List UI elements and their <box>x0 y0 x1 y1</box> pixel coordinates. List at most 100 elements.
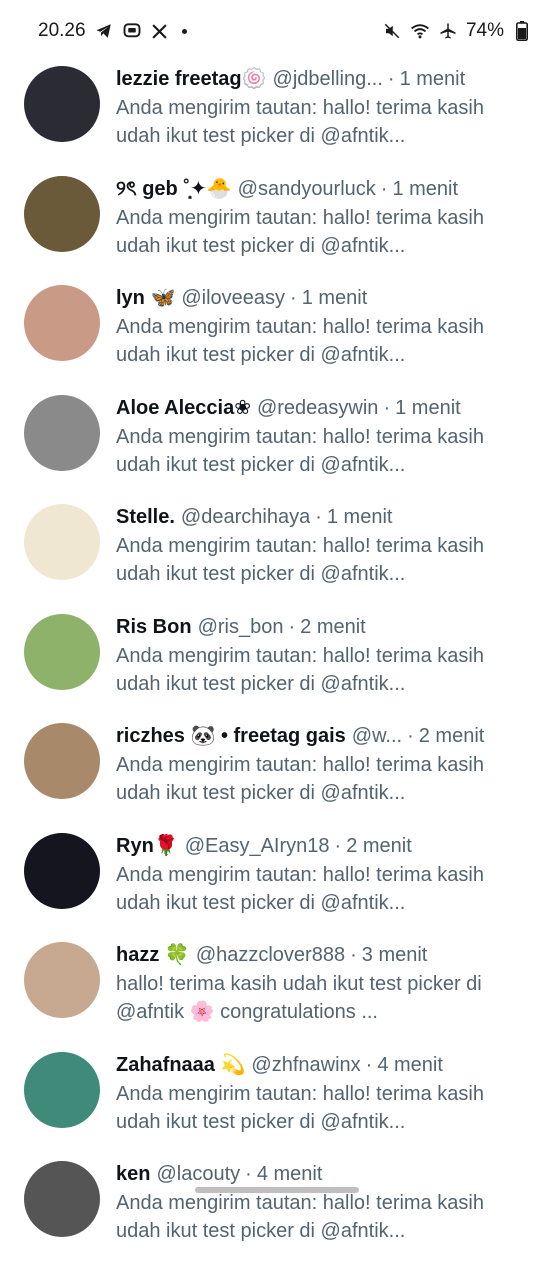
separator-dot: · <box>334 834 342 857</box>
message-preview: Anda mengirim tautan: hallo! terima kasi… <box>116 1192 484 1242</box>
avatar[interactable] <box>24 1051 100 1128</box>
x-icon <box>150 21 170 41</box>
sender-handle: @iloveeasy <box>181 287 286 309</box>
conversation-row[interactable]: lezzie freetag🍥 @jdbelling... · 1 menit … <box>0 62 554 172</box>
message-time: 2 menit <box>346 834 412 857</box>
sender-handle: @sandyourluck <box>237 177 376 200</box>
conversation-header: Aloe Aleccia❀ @redeasywin · 1 menit <box>116 393 506 423</box>
message-preview: Anda mengirim tautan: hallo! terima kasi… <box>116 863 484 914</box>
separator-dot: · <box>290 287 297 309</box>
sender-name: hazz 🍀 <box>116 944 190 966</box>
sender-name: ken <box>116 1163 151 1185</box>
sender-name: lezzie freetag🍥 <box>116 68 267 90</box>
message-preview: Anda mengirim tautan: hallo! terima kasi… <box>116 535 484 585</box>
sender-handle: @hazzclover888 <box>195 944 346 966</box>
conversation-row[interactable]: lyn 🦋 @iloveeasy · 1 menit Anda mengirim… <box>0 281 554 391</box>
message-preview: Anda mengirim tautan: hallo! terima kasi… <box>116 754 484 804</box>
avatar[interactable] <box>24 394 100 471</box>
sender-name: lyn 🦋 <box>116 287 176 309</box>
message-time: 1 menit <box>395 396 461 419</box>
message-time: 1 menit <box>301 287 368 309</box>
conversation-content: riczhes 🐼 • freetag gais @w... · 2 menit… <box>116 721 506 807</box>
conversation-content: Aloe Aleccia❀ @redeasywin · 1 menit Anda… <box>116 393 506 479</box>
conversation-row[interactable]: Ryn🌹 @Easy_AIryn18 · 2 menit Anda mengir… <box>0 829 554 939</box>
conversation-content: Ris Bon @ris_bon · 2 menit Anda mengirim… <box>116 612 506 698</box>
clock: 20.26 <box>38 20 86 41</box>
avatar[interactable] <box>24 832 100 909</box>
avatar[interactable] <box>24 175 100 252</box>
message-list: lezzie freetag🍥 @jdbelling... · 1 menit … <box>0 62 554 1267</box>
avatar[interactable] <box>24 942 100 1018</box>
conversation-content: Ryn🌹 @Easy_AIryn18 · 2 menit Anda mengir… <box>116 831 506 917</box>
message-time: 1 menit <box>392 177 459 200</box>
separator-dot: · <box>380 177 388 200</box>
conversation-row[interactable]: Stelle. @dearchihaya · 1 menit Anda meng… <box>0 500 554 610</box>
separator-dot: · <box>245 1163 252 1185</box>
message-time: 2 menit <box>418 725 485 747</box>
airplane-icon <box>438 21 458 41</box>
avatar[interactable] <box>24 1161 100 1237</box>
message-preview: Anda mengirim tautan: hallo! terima kasi… <box>116 206 484 257</box>
chat-icon <box>122 21 142 41</box>
avatar[interactable] <box>24 613 100 690</box>
mute-icon <box>382 21 402 41</box>
sender-name: Zahafnaaa 💫 <box>116 1053 246 1076</box>
conversation-content: ken @lacouty · 4 menit Anda mengirim tau… <box>116 1159 506 1245</box>
separator-dot: · <box>365 1053 373 1076</box>
conversation-row[interactable]: hazz 🍀 @hazzclover888 · 3 menit hallo! t… <box>0 938 554 1048</box>
sender-name: Ryn🌹 <box>116 834 179 857</box>
conversation-header: Zahafnaaa 💫 @zhfnawinx · 4 menit <box>116 1050 506 1080</box>
conversation-row[interactable]: riczhes 🐼 • freetag gais @w... · 2 menit… <box>0 719 554 829</box>
sender-handle: @redeasywin <box>256 396 379 419</box>
conversation-row[interactable]: ୨ৎ geb ˚̣̣̣͙✦🐣 @sandyourluck · 1 menit A… <box>0 172 554 282</box>
sender-name: Aloe Aleccia❀ <box>116 396 251 419</box>
sender-name: Ris Bon <box>116 615 192 638</box>
avatar[interactable] <box>24 504 100 580</box>
conversation-content: lezzie freetag🍥 @jdbelling... · 1 menit … <box>116 64 506 150</box>
message-preview: Anda mengirim tautan: hallo! terima kasi… <box>116 97 484 147</box>
conversation-header: lyn 🦋 @iloveeasy · 1 menit <box>116 283 506 313</box>
sender-handle: @dearchihaya <box>180 506 311 528</box>
sender-handle: @ris_bon <box>197 615 284 638</box>
status-bar-right: 74% <box>382 20 532 42</box>
conversation-content: lyn 🦋 @iloveeasy · 1 menit Anda mengirim… <box>116 283 506 369</box>
message-time: 3 menit <box>361 944 428 966</box>
avatar[interactable] <box>24 285 100 361</box>
status-bar-left: 20.26 <box>38 20 187 42</box>
message-preview: Anda mengirim tautan: hallo! terima kasi… <box>116 644 484 695</box>
conversation-header: riczhes 🐼 • freetag gais @w... · 2 menit <box>116 721 506 751</box>
sender-handle: @lacouty <box>156 1163 241 1185</box>
conversation-header: Ris Bon @ris_bon · 2 menit <box>116 612 506 642</box>
avatar[interactable] <box>24 66 100 142</box>
conversation-content: Stelle. @dearchihaya · 1 menit Anda meng… <box>116 502 506 588</box>
message-preview: Anda mengirim tautan: hallo! terima kasi… <box>116 1082 484 1133</box>
message-time: 1 menit <box>326 506 393 528</box>
more-notifications-dot <box>181 28 187 34</box>
home-indicator[interactable] <box>195 1187 359 1193</box>
conversation-header: ken @lacouty · 4 menit <box>116 1159 506 1189</box>
separator-dot: · <box>288 615 296 638</box>
conversation-row[interactable]: Ris Bon @ris_bon · 2 menit Anda mengirim… <box>0 610 554 720</box>
avatar[interactable] <box>24 723 100 799</box>
message-time: 2 menit <box>300 615 366 638</box>
conversation-row[interactable]: Zahafnaaa 💫 @zhfnawinx · 4 menit Anda me… <box>0 1048 554 1158</box>
message-preview: hallo! terima kasih udah ikut test picke… <box>116 973 482 1023</box>
battery-percent: 74% <box>465 20 504 41</box>
message-time: 4 menit <box>256 1163 323 1185</box>
sender-handle: @zhfnawinx <box>251 1053 361 1076</box>
separator-dot: · <box>315 506 322 528</box>
conversation-row[interactable]: ken @lacouty · 4 menit Anda mengirim tau… <box>0 1157 554 1267</box>
separator-dot: · <box>350 944 357 966</box>
conversation-header: hazz 🍀 @hazzclover888 · 3 menit <box>116 940 506 970</box>
separator-dot: · <box>387 68 395 90</box>
battery-icon <box>512 21 532 41</box>
conversation-content: hazz 🍀 @hazzclover888 · 3 menit hallo! t… <box>116 940 506 1026</box>
sender-name: riczhes 🐼 • freetag gais <box>116 725 346 747</box>
conversation-row[interactable]: Aloe Aleccia❀ @redeasywin · 1 menit Anda… <box>0 391 554 501</box>
sender-handle: @jdbelling... <box>272 68 383 90</box>
sender-handle: @w... <box>351 725 403 747</box>
telegram-icon <box>94 21 114 41</box>
status-bar: 20.26 74% <box>0 0 554 62</box>
conversation-content: Zahafnaaa 💫 @zhfnawinx · 4 menit Anda me… <box>116 1050 506 1136</box>
conversation-header: Ryn🌹 @Easy_AIryn18 · 2 menit <box>116 831 506 861</box>
